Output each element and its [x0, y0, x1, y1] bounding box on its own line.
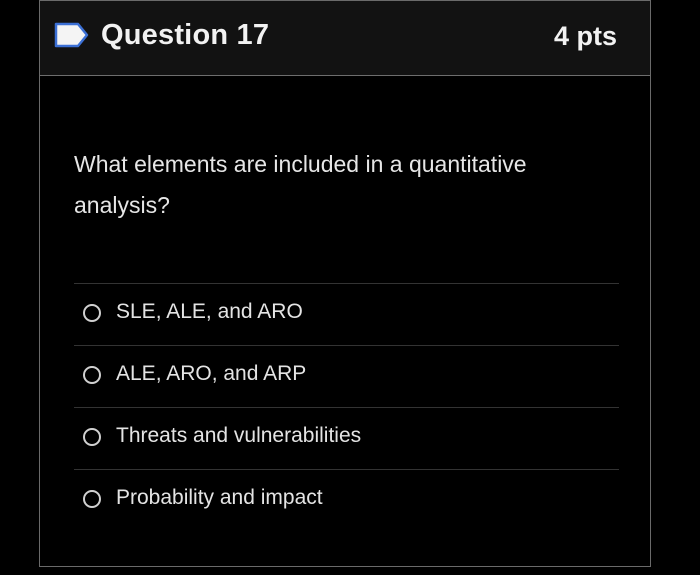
radio-button[interactable]	[83, 366, 101, 384]
question-text: What elements are included in a quantita…	[74, 151, 527, 218]
radio-button[interactable]	[83, 490, 101, 508]
answer-option[interactable]: Probability and impact	[74, 469, 619, 531]
answer-option[interactable]: Threats and vulnerabilities	[74, 407, 619, 469]
radio-button[interactable]	[83, 304, 101, 322]
answer-label: ALE, ARO, and ARP	[116, 362, 307, 385]
answer-label: SLE, ALE, and ARO	[116, 300, 303, 323]
answer-label: Threats and vulnerabilities	[116, 424, 362, 447]
answer-option[interactable]: ALE, ARO, and ARP	[74, 345, 619, 407]
question-header: Question 17 4 pts	[40, 1, 650, 76]
question-points: 4 pts	[553, 21, 617, 51]
radio-button[interactable]	[83, 428, 101, 446]
answer-list: SLE, ALE, and ARO ALE, ARO, and ARP Thre…	[74, 283, 619, 531]
answer-option[interactable]: SLE, ALE, and ARO	[74, 283, 619, 345]
flag-icon[interactable]	[54, 22, 90, 48]
question-title: Question 17	[101, 19, 270, 51]
question-card: Question 17 4 pts What elements are incl…	[39, 0, 651, 567]
answer-label: Probability and impact	[116, 486, 323, 509]
